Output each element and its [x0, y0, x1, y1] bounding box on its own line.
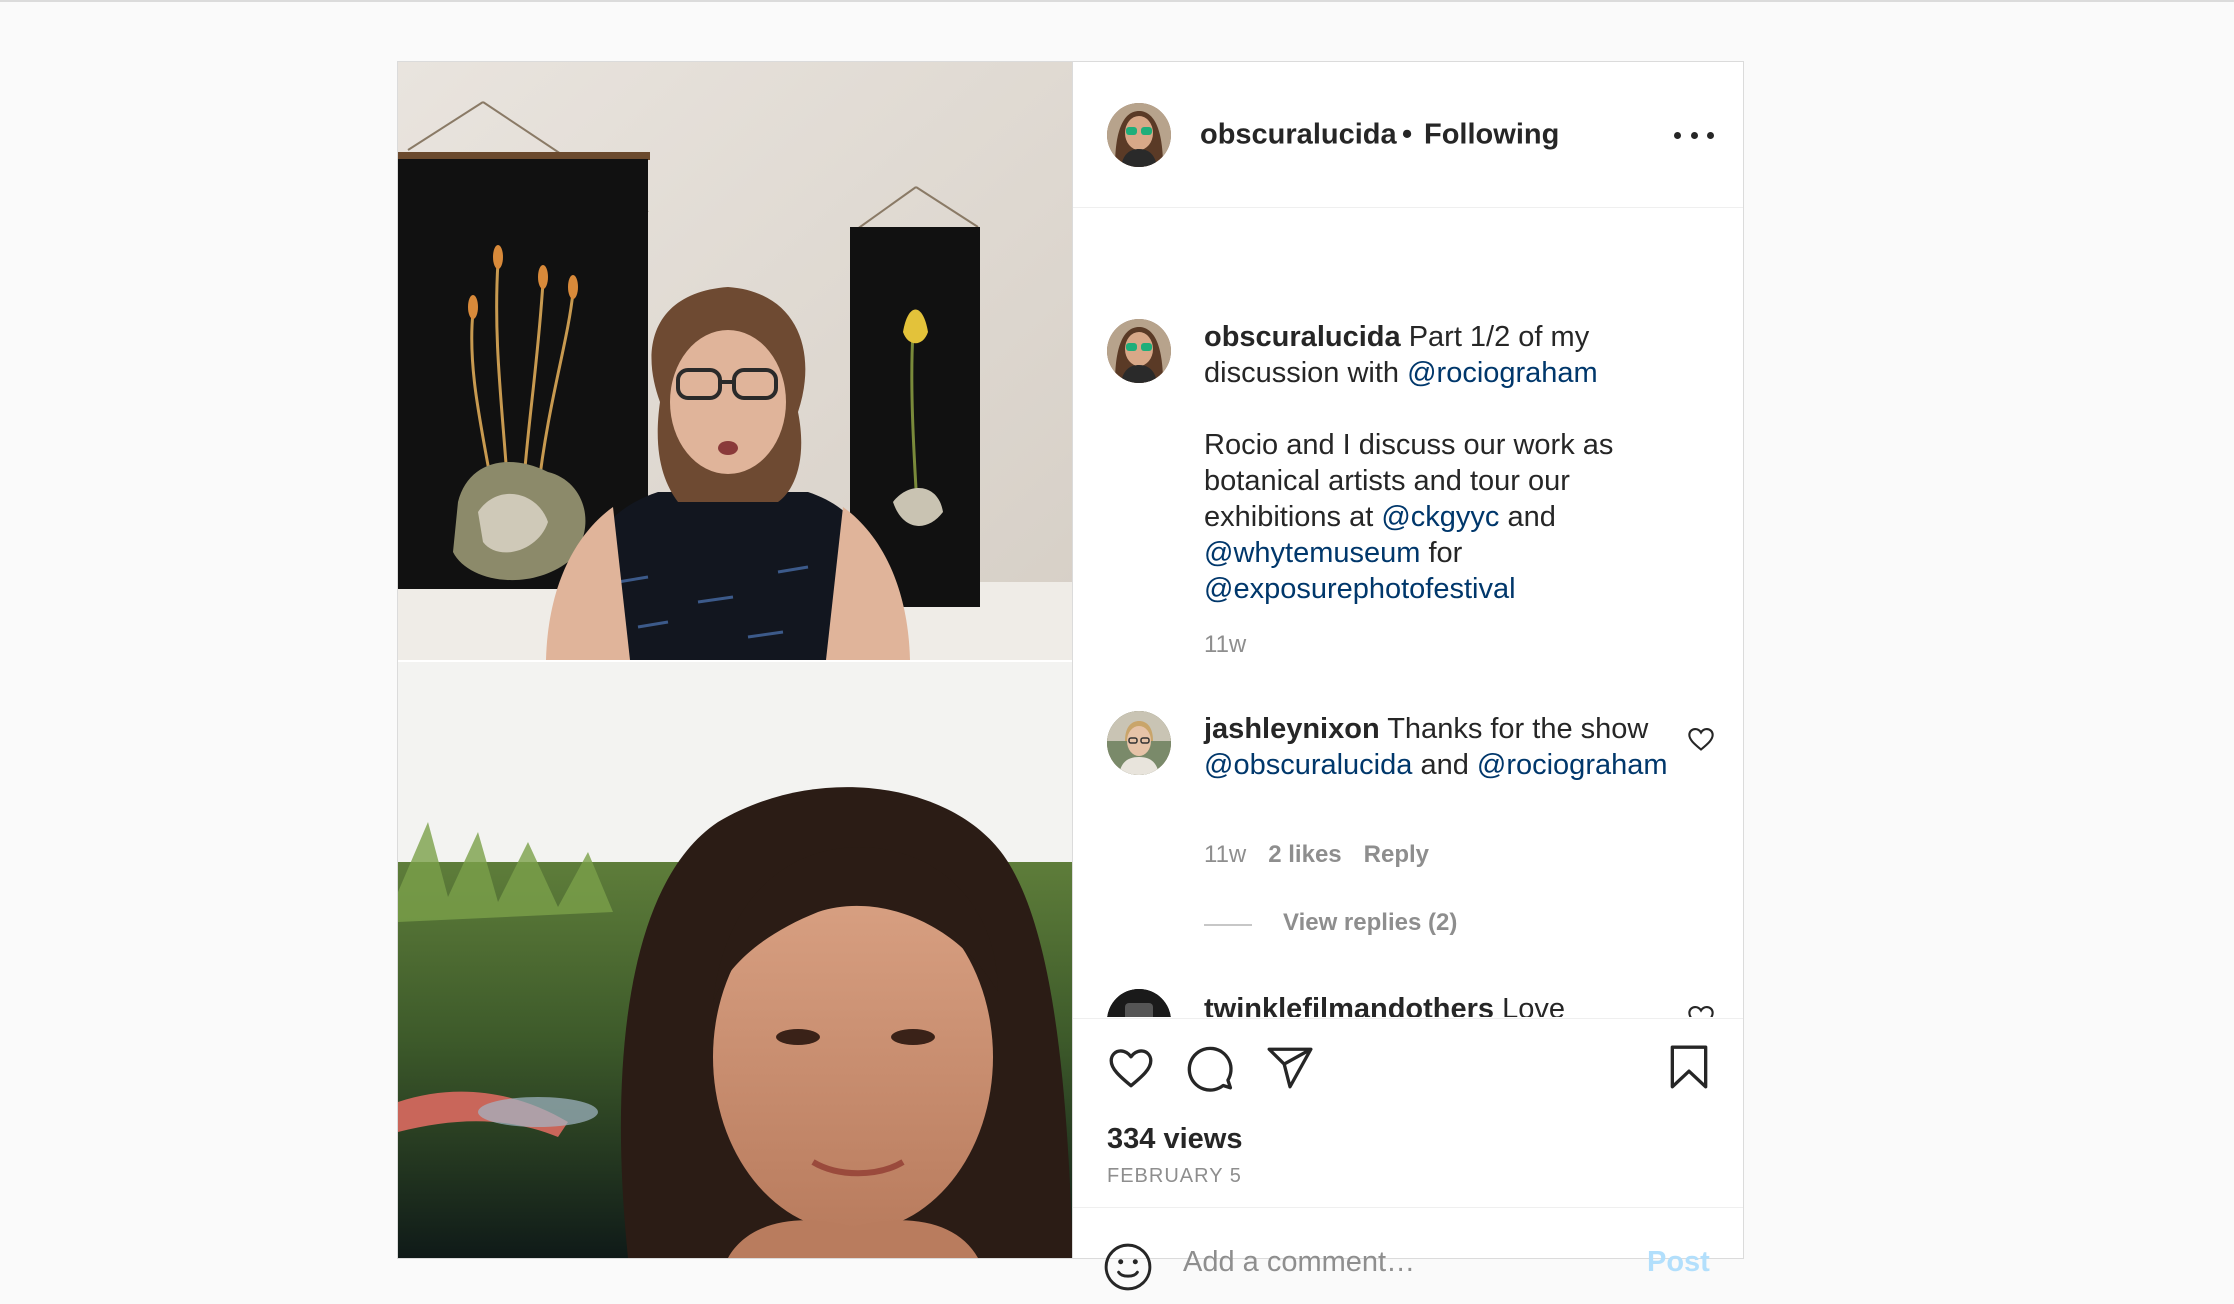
- like-comment-icon[interactable]: [1687, 725, 1715, 753]
- caption-avatar[interactable]: [1107, 319, 1171, 383]
- add-comment-bar: Post: [1073, 1207, 1743, 1304]
- like-comment-icon[interactable]: [1687, 1003, 1715, 1017]
- commenter-avatar[interactable]: [1107, 711, 1171, 775]
- mention-link[interactable]: @exposurephotofestival: [1204, 573, 1516, 605]
- heart-icon[interactable]: [1106, 1043, 1156, 1093]
- comment-text: jashleynixon Thanks for the show @obscur…: [1204, 711, 1674, 783]
- post-modal: obscuralucida • Following obscuralucida …: [397, 61, 1744, 1291]
- comment-part-1: Thanks for the show: [1387, 713, 1649, 745]
- caption-time: 11w: [1204, 631, 1246, 659]
- browser-top-border: [0, 0, 2234, 2]
- post-header: obscuralucida • Following: [1073, 62, 1743, 208]
- post-actions: 334 views FEBRUARY 5: [1073, 1018, 1743, 1207]
- post-sidebar: obscuralucida • Following obscuralucida …: [1073, 62, 1743, 1291]
- caption-part-3: and: [1499, 501, 1556, 533]
- author-avatar[interactable]: [1107, 103, 1171, 167]
- mention-link[interactable]: @obscuralucida: [1204, 749, 1412, 781]
- emoji-icon[interactable]: [1103, 1242, 1153, 1292]
- mention-link[interactable]: @rociograham: [1477, 749, 1668, 781]
- comment-icon[interactable]: [1185, 1043, 1235, 1093]
- comment-meta: 11w 2 likes Reply: [1204, 841, 1429, 869]
- author-username[interactable]: obscuralucida: [1200, 119, 1397, 152]
- bookmark-icon[interactable]: [1664, 1041, 1714, 1093]
- commenter-avatar[interactable]: [1107, 989, 1171, 1017]
- view-replies-button[interactable]: View replies (2): [1283, 909, 1457, 937]
- caption-text: obscuralucida Part 1/2 of my discussion …: [1204, 319, 1674, 607]
- video-frame: [398, 62, 1072, 1258]
- comments-list[interactable]: obscuralucida Part 1/2 of my discussion …: [1073, 209, 1743, 1017]
- more-options-icon[interactable]: [1674, 132, 1714, 146]
- comment-text: twinklefilmandothers Love: [1204, 991, 1674, 1017]
- comment-time: 11w: [1204, 841, 1247, 868]
- comment-input[interactable]: [1183, 1238, 1633, 1286]
- mention-link[interactable]: @rociograham: [1407, 357, 1598, 389]
- view-count[interactable]: 334 views: [1107, 1123, 1242, 1156]
- caption-time-text: 11w: [1204, 631, 1247, 658]
- comment-likes[interactable]: 2 likes: [1268, 841, 1341, 868]
- reply-button[interactable]: Reply: [1364, 841, 1429, 868]
- post-date: FEBRUARY 5: [1107, 1165, 1242, 1187]
- mention-link[interactable]: @ckgyyc: [1381, 501, 1499, 533]
- following-button[interactable]: Following: [1424, 119, 1559, 152]
- commenter-username[interactable]: jashleynixon: [1204, 713, 1380, 745]
- caption-part-4: for: [1420, 537, 1463, 569]
- comment-part-2: and: [1412, 749, 1477, 781]
- comment-part-1: Love: [1502, 993, 1565, 1017]
- commenter-username[interactable]: twinklefilmandothers: [1204, 993, 1494, 1017]
- separator-dot: •: [1402, 118, 1413, 151]
- replies-divider: [1204, 924, 1252, 926]
- post-comment-button[interactable]: Post: [1647, 1238, 1710, 1286]
- post-media-video[interactable]: [398, 62, 1073, 1258]
- mention-link[interactable]: @whytemuseum: [1204, 537, 1420, 569]
- caption-username[interactable]: obscuralucida: [1204, 321, 1401, 353]
- share-icon[interactable]: [1265, 1043, 1315, 1093]
